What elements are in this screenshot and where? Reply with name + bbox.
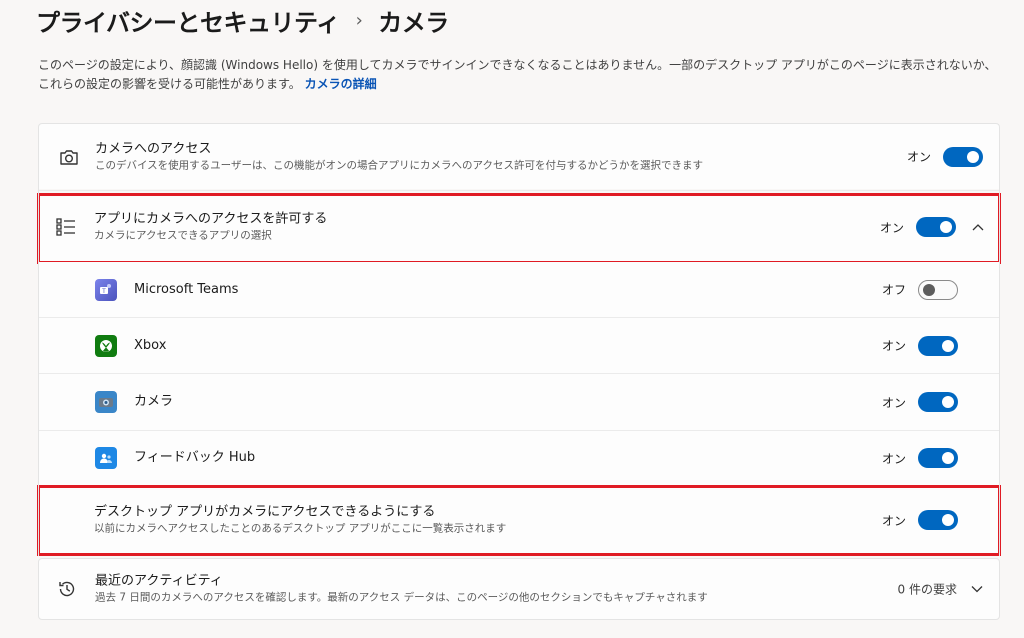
recent-activity-row[interactable]: 最近のアクティビティ 過去 7 日間のカメラへのアクセスを確認します。最新のアク… [38, 558, 1000, 620]
camera-app-state: オン [881, 395, 906, 410]
feedback-hub-icon [94, 446, 118, 470]
chevron-down-icon[interactable] [971, 583, 983, 595]
desktop-access-state: オン [881, 513, 906, 528]
feedback-hub-toggle[interactable] [918, 448, 958, 468]
app-access-title: アプリにカメラへのアクセスを許可する [94, 211, 328, 227]
app-row-teams: T Microsoft Teams オフ [38, 262, 1000, 317]
teams-state: オフ [881, 283, 906, 297]
recent-activity-subtitle: 過去 7 日間のカメラへのアクセスを確認します。最新のアクセス データは、このペ… [95, 591, 708, 604]
xbox-state: オン [881, 339, 906, 353]
desktop-access-subtitle: 以前にカメラへアクセスしたことのあるデスクトップ アプリがここに一覧表示されます [94, 522, 507, 535]
breadcrumb-separator: › [355, 9, 363, 31]
breadcrumb: プライバシーとセキュリティ › カメラ [36, 3, 449, 38]
chevron-up-icon[interactable] [972, 221, 984, 233]
app-access-subtitle: カメラにアクセスできるアプリの選択 [94, 229, 272, 242]
app-row-camera: カメラ オン [38, 374, 1000, 430]
svg-text:T: T [102, 289, 106, 295]
desktop-access-row: デスクトップ アプリがカメラにアクセスできるようにする 以前にカメラへアクセスし… [38, 486, 1000, 554]
feedback-hub-state: オン [881, 451, 906, 466]
xbox-toggle[interactable] [918, 335, 958, 356]
request-count: 0 件の要求 [897, 582, 957, 597]
camera-access-row: カメラへのアクセス このデバイスを使用するユーザーは、この機能がオンの場合アプリ… [38, 123, 1000, 189]
camera-access-title: カメラへのアクセス [95, 141, 212, 156]
camera-icon [57, 145, 81, 169]
teams-toggle[interactable] [918, 279, 958, 300]
app-name-feedback-hub: フィードバック Hub [134, 450, 256, 465]
recent-activity-title: 最近のアクティビティ [95, 573, 223, 589]
history-icon [55, 577, 79, 601]
breadcrumb-parent[interactable]: プライバシーとセキュリティ [36, 3, 340, 38]
xbox-icon [94, 334, 118, 358]
app-access-toggle[interactable] [916, 217, 956, 237]
app-name-teams: Microsoft Teams [134, 281, 239, 297]
camera-details-link[interactable]: カメラの詳細 [305, 77, 377, 91]
app-row-xbox: Xbox オン [38, 318, 1000, 373]
app-list-icon [54, 215, 78, 239]
camera-access-subtitle: このデバイスを使用するユーザーは、この機能がオンの場合アプリにカメラへのアクセス… [95, 159, 703, 171]
page-title: カメラ [378, 8, 449, 37]
app-name-xbox: Xbox [134, 337, 167, 353]
camera-access-toggle[interactable] [943, 146, 983, 167]
app-access-state: オン [879, 220, 904, 235]
camera-app-icon [94, 390, 118, 414]
camera-access-state: オン [906, 150, 931, 164]
desktop-access-title: デスクトップ アプリがカメラにアクセスできるようにする [94, 504, 436, 520]
app-row-feedback-hub: フィードバック Hub オン [38, 431, 1000, 485]
app-access-row[interactable]: アプリにカメラへのアクセスを許可する カメラにアクセスできるアプリの選択 オン [38, 193, 1000, 261]
desktop-access-toggle[interactable] [918, 510, 958, 530]
teams-icon: T [94, 278, 118, 302]
page-description: このページの設定により、顔認識 (Windows Hello) を使用してカメラ… [38, 56, 998, 94]
app-name-camera: カメラ [134, 394, 174, 409]
camera-app-toggle[interactable] [918, 392, 958, 412]
description-text: このページの設定により、顔認識 (Windows Hello) を使用してカメラ… [38, 58, 997, 91]
